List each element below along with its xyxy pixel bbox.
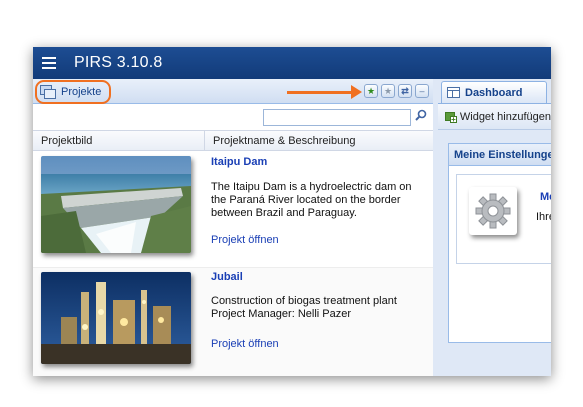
- add-widget-button[interactable]: + Widget hinzufügen: [438, 104, 551, 130]
- add-widget-label: Widget hinzufügen: [459, 110, 551, 123]
- search-row: [33, 104, 433, 130]
- grid-header: Projektbild Projektname & Beschreibung: [33, 130, 433, 151]
- projects-tab[interactable]: Projekte: [35, 80, 111, 104]
- widget-add-icon: +: [444, 110, 457, 124]
- dashboard-icon: [447, 87, 460, 98]
- project-name[interactable]: Jubail: [211, 271, 243, 283]
- gear-icon[interactable]: [469, 187, 517, 235]
- settings-link[interactable]: Me: [540, 191, 551, 203]
- dashboard-panel: Dashboard + Widget hinzufügen Meine Eins…: [438, 79, 551, 376]
- projects-panel: Projekte ★ ★ ⇄ – Projektbild Projektname…: [33, 79, 433, 376]
- open-project-link[interactable]: Projekt öffnen: [211, 338, 279, 350]
- settings-text: Ihre: [536, 211, 551, 223]
- project-description: The Itaipu Dam is a hydroelectric dam on…: [211, 181, 412, 219]
- annotation-arrow: [287, 91, 353, 94]
- title-bar: PIRS 3.10.8: [33, 47, 551, 79]
- settings-widget: Meine Einstellungen M Ihr: [448, 143, 551, 343]
- star-add-icon[interactable]: ★: [364, 84, 378, 98]
- refresh-icon[interactable]: ⇄: [398, 84, 412, 98]
- annotation-arrow-head: [351, 85, 362, 99]
- table-row[interactable]: Jubail Construction of biogas treatment …: [33, 268, 433, 376]
- hamburger-icon[interactable]: [42, 57, 56, 69]
- search-icon[interactable]: [413, 109, 429, 126]
- star-icon[interactable]: ★: [381, 84, 395, 98]
- search-input[interactable]: [263, 109, 411, 126]
- column-header-name[interactable]: Projektname & Beschreibung: [205, 131, 433, 151]
- minimize-icon[interactable]: –: [415, 84, 429, 98]
- settings-card: Me Ihre: [456, 174, 551, 264]
- settings-widget-title: Meine Einstellungen: [449, 144, 551, 166]
- open-project-link[interactable]: Projekt öffnen: [211, 234, 279, 246]
- projects-tab-label: Projekte: [61, 86, 102, 98]
- column-header-image[interactable]: Projektbild: [33, 131, 205, 151]
- app-window: PIRS 3.10.8 Projekte ★ ★ ⇄ – Projektbild…: [33, 47, 551, 376]
- project-description: Construction of biogas treatment plant P…: [211, 295, 397, 320]
- project-image-plant: [41, 272, 191, 364]
- table-row[interactable]: Itaipu Dam The Itaipu Dam is a hydroelec…: [33, 151, 433, 268]
- tab-dashboard-label: Dashboard: [465, 86, 523, 99]
- windows-icon: [40, 85, 56, 99]
- app-title: PIRS 3.10.8: [74, 54, 163, 71]
- tab-dashboard[interactable]: Dashboard: [441, 81, 547, 103]
- project-name[interactable]: Itaipu Dam: [211, 156, 267, 168]
- project-image-dam: [41, 156, 191, 253]
- projects-panel-header: Projekte ★ ★ ⇄ –: [33, 79, 433, 104]
